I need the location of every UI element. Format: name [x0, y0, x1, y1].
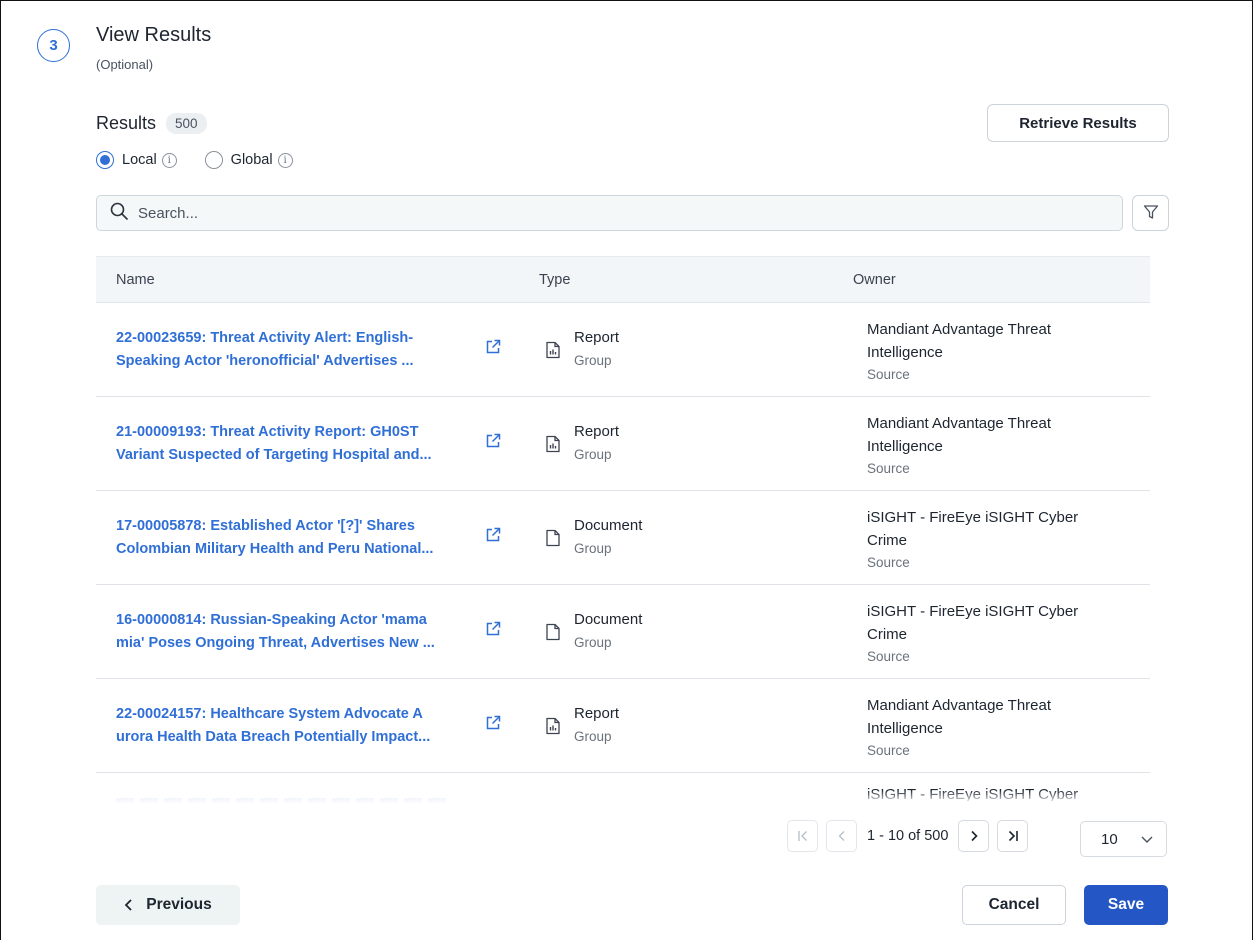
result-type-sub: Group: [574, 447, 612, 462]
first-page-button[interactable]: [787, 820, 818, 852]
scope-option-global[interactable]: Global i: [204, 151, 293, 169]
document-icon: [545, 623, 561, 646]
report-icon: [545, 341, 561, 364]
step-subtitle: (Optional): [96, 57, 154, 72]
search-bar: [96, 195, 1123, 231]
results-header: Results 500: [96, 113, 207, 134]
scope-option-local[interactable]: Local i: [96, 151, 177, 169]
result-owner-sub: Source: [867, 649, 910, 664]
result-owner: iSIGHT - FireEye iSIGHT Cyber Crime: [867, 509, 1079, 549]
table-body: 22-00023659: Threat Activity Alert: Engl…: [96, 303, 1150, 773]
pagination: 1 - 10 of 500: [787, 820, 1036, 852]
local-radio-button[interactable]: [96, 151, 114, 169]
column-header-name[interactable]: Name: [116, 272, 155, 288]
result-type-sub: Group: [574, 353, 612, 368]
result-type: Report: [574, 329, 620, 346]
table-row[interactable]: 21-00009193: Threat Activity Report: GH0…: [96, 397, 1150, 491]
result-type: Report: [574, 705, 620, 722]
result-type-sub: Group: [574, 729, 612, 744]
external-link-icon[interactable]: [485, 433, 501, 454]
report-icon: [545, 435, 561, 458]
external-link-icon[interactable]: [485, 339, 501, 360]
document-icon: [545, 529, 561, 552]
results-table: Name Type Owner 22-00023659: Threat Acti…: [96, 256, 1150, 773]
step-title: View Results: [96, 24, 212, 46]
table-row[interactable]: 22-00023659: Threat Activity Alert: Engl…: [96, 303, 1150, 397]
retrieve-results-button[interactable]: Retrieve Results: [987, 104, 1169, 142]
report-icon: [545, 717, 561, 740]
result-type-sub: Group: [574, 635, 612, 650]
result-name-link[interactable]: 22-00023659: Threat Activity Alert: Engl…: [116, 327, 466, 373]
table-row[interactable]: 16-00000814: Russian-Speaking Actor 'mam…: [96, 585, 1150, 679]
next-page-button[interactable]: [958, 820, 990, 852]
result-owner-sub: Source: [867, 461, 910, 476]
result-owner: iSIGHT - FireEye iSIGHT Cyber Crime: [867, 603, 1079, 643]
results-title: Results: [96, 113, 157, 133]
filter-button[interactable]: [1132, 195, 1169, 231]
column-header-owner[interactable]: Owner: [853, 272, 896, 288]
result-type: Report: [574, 423, 620, 440]
result-type: Document: [574, 517, 643, 534]
first-page-icon: [797, 831, 807, 841]
result-name-line-1[interactable]: 16-00000814: Russian-Speaking Actor 'mam…: [116, 609, 466, 632]
scope-radio-group: Local i Global i: [96, 151, 321, 169]
result-name-line-2[interactable]: Speaking Actor 'heronofficial' Advertise…: [116, 350, 466, 373]
local-radio-label: Local: [122, 152, 157, 168]
previous-page-button[interactable]: [826, 820, 857, 852]
result-owner: Mandiant Advantage Threat Intelligence: [867, 697, 1052, 737]
result-name-line-2[interactable]: Colombian Military Health and Peru Natio…: [116, 538, 466, 561]
previous-button[interactable]: Previous: [96, 885, 240, 925]
external-link-icon[interactable]: [485, 527, 501, 548]
result-owner: Mandiant Advantage Threat Intelligence: [867, 321, 1052, 361]
chevron-right-icon: [971, 830, 978, 842]
page-size-select[interactable]: 10: [1080, 821, 1167, 857]
info-icon[interactable]: i: [277, 152, 293, 168]
info-icon[interactable]: i: [161, 152, 177, 168]
page-range-text: 1 - 10 of 500: [867, 828, 949, 844]
save-button[interactable]: Save: [1084, 885, 1168, 925]
last-page-button[interactable]: [997, 820, 1029, 852]
external-link-icon[interactable]: [485, 715, 501, 736]
result-name-line-2[interactable]: urora Health Data Breach Potentially Imp…: [116, 726, 466, 749]
cancel-button[interactable]: Cancel: [962, 885, 1066, 925]
global-radio-button[interactable]: [204, 151, 223, 169]
result-name-link[interactable]: 22-00024157: Healthcare System Advocate …: [116, 703, 466, 749]
result-name-link[interactable]: 21-00009193: Threat Activity Report: GH0…: [116, 421, 466, 467]
result-name-line-1[interactable]: 22-00024157: Healthcare System Advocate …: [116, 703, 466, 726]
chevron-left-icon: [124, 899, 134, 911]
result-name-line-1[interactable]: 21-00009193: Threat Activity Report: GH0…: [116, 421, 466, 444]
chevron-down-icon: [1140, 832, 1154, 850]
global-radio-label: Global: [230, 152, 273, 168]
result-name-line-1[interactable]: 17-00005878: Established Actor '[?]' Sha…: [116, 515, 466, 538]
result-type: Document: [574, 611, 643, 628]
filter-icon: [1143, 204, 1159, 223]
previous-label: Previous: [146, 896, 212, 913]
result-name-line-2[interactable]: mia' Poses Ongoing Threat, Advertises Ne…: [116, 632, 466, 655]
results-count-badge: 500: [166, 113, 207, 134]
result-owner-sub: Source: [867, 555, 910, 570]
table-row[interactable]: 22-00024157: Healthcare System Advocate …: [96, 679, 1150, 773]
last-page-icon: [1008, 830, 1018, 842]
column-header-type[interactable]: Type: [539, 272, 570, 288]
table-row[interactable]: 17-00005878: Established Actor '[?]' Sha…: [96, 491, 1150, 585]
external-link-icon[interactable]: [485, 621, 501, 642]
result-name-link[interactable]: 16-00000814: Russian-Speaking Actor 'mam…: [116, 609, 466, 655]
search-input[interactable]: [138, 204, 1038, 222]
result-owner: Mandiant Advantage Threat Intelligence: [867, 415, 1052, 455]
step-number-badge: 3: [37, 29, 70, 62]
result-name-line-1[interactable]: 22-00023659: Threat Activity Alert: Engl…: [116, 327, 466, 350]
result-name-link[interactable]: 17-00005878: Established Actor '[?]' Sha…: [116, 515, 466, 561]
chevron-left-icon: [838, 831, 844, 841]
scroll-fade: [96, 790, 1150, 812]
result-type-sub: Group: [574, 541, 612, 556]
result-name-line-2[interactable]: Variant Suspected of Targeting Hospital …: [116, 444, 466, 467]
result-owner-sub: Source: [867, 367, 910, 382]
result-owner-sub: Source: [867, 743, 910, 758]
search-icon: [110, 202, 128, 225]
page-size-value: 10: [1101, 830, 1118, 848]
table-header: Name Type Owner: [96, 256, 1150, 303]
